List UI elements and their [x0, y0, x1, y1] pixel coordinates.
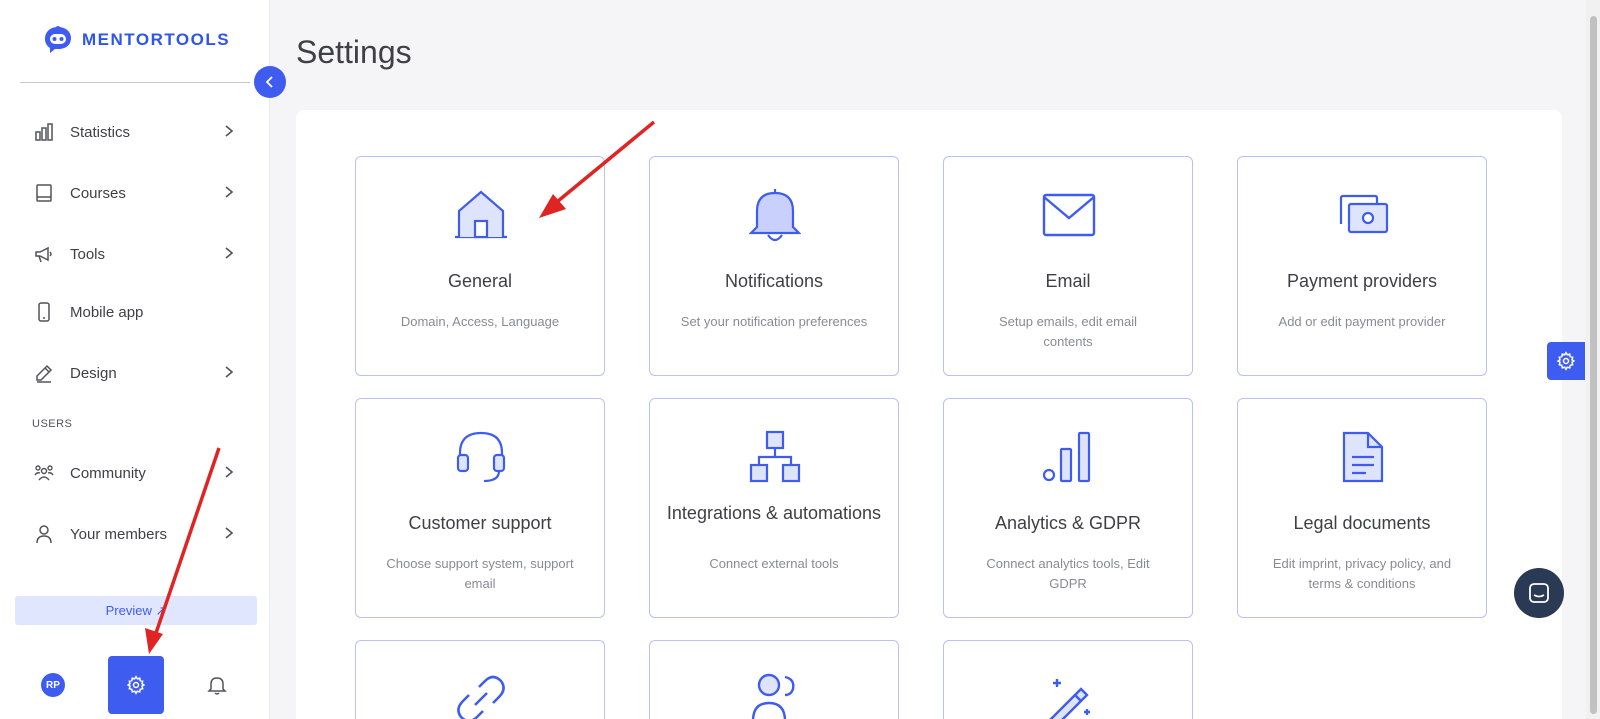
card-title: General	[447, 271, 513, 291]
community-icon	[32, 461, 56, 485]
scrollbar-thumb[interactable]	[1590, 16, 1597, 714]
settings-card-links[interactable]	[355, 640, 605, 719]
gear-icon	[1556, 351, 1576, 371]
preview-button[interactable]: Preview ↗	[15, 596, 257, 625]
settings-card-customer-support[interactable]: Customer support Choose support system, …	[355, 398, 605, 618]
envelope-icon	[1039, 187, 1099, 243]
chevron-right-icon	[225, 366, 234, 378]
sidebar-item-statistics[interactable]: Statistics	[20, 110, 250, 154]
link-icon	[451, 671, 511, 719]
card-title: Notifications	[724, 271, 824, 291]
settings-card-analytics-gdpr[interactable]: Analytics & GDPR Connect analytics tools…	[943, 398, 1193, 618]
card-title: Analytics & GDPR	[994, 513, 1142, 533]
sidebar-item-community[interactable]: Community	[20, 451, 250, 495]
card-title: Integrations & automations	[666, 503, 882, 523]
sidebar-item-label: Mobile app	[70, 303, 144, 321]
chevron-right-icon	[225, 247, 234, 259]
magic-wand-icon	[1039, 671, 1099, 719]
card-description: Setup emails, edit email contents	[998, 314, 1137, 349]
brand-logo[interactable]: MENTORTOOLS	[42, 24, 230, 56]
settings-card-email[interactable]: Email Setup emails, edit email contents	[943, 156, 1193, 376]
hierarchy-icon	[745, 429, 805, 485]
mobile-icon	[32, 300, 56, 324]
card-title: Payment providers	[1286, 271, 1438, 291]
megaphone-icon	[32, 242, 56, 266]
sidebar-item-design[interactable]: Design	[20, 351, 250, 395]
sidebar-item-label: Design	[70, 364, 117, 382]
pencil-icon	[32, 361, 56, 385]
card-description: Set your notification preferences	[680, 314, 868, 329]
card-title: Legal documents	[1293, 513, 1431, 533]
settings-card-payment-providers[interactable]: Payment providers Add or edit payment pr…	[1237, 156, 1487, 376]
floating-settings-button[interactable]	[1547, 342, 1585, 380]
settings-card-users[interactable]	[649, 640, 899, 719]
sidebar-item-tools[interactable]: Tools	[20, 232, 250, 276]
sidebar-item-label: Tools	[70, 245, 106, 263]
section-label-users: USERS	[32, 418, 73, 430]
card-description: Connect external tools	[709, 556, 839, 571]
users-icon	[745, 671, 805, 719]
notifications-button[interactable]	[206, 674, 228, 696]
sidebar-item-label: Your members	[70, 525, 167, 543]
sidebar: MENTORTOOLS Statistics Courses Tools Mob…	[0, 0, 270, 719]
bell-icon	[745, 187, 805, 243]
chevron-right-icon	[225, 125, 234, 137]
headset-icon	[451, 429, 511, 485]
sidebar-item-label: Statistics	[70, 123, 131, 141]
settings-card-general[interactable]: General Domain, Access, Language	[355, 156, 605, 376]
card-description: Edit imprint, privacy policy, and terms …	[1272, 556, 1452, 591]
card-description: Choose support system, support email	[386, 556, 574, 591]
gear-icon	[126, 675, 146, 695]
bar-chart-icon	[32, 120, 56, 144]
collapse-sidebar-button[interactable]	[254, 66, 286, 98]
sidebar-item-label: Community	[70, 464, 146, 482]
card-description: Connect analytics tools, Edit GDPR	[986, 556, 1150, 591]
sidebar-item-mobile-app[interactable]: Mobile app	[20, 290, 250, 334]
book-icon	[32, 181, 56, 205]
money-icon	[1333, 187, 1393, 243]
document-icon	[1333, 429, 1393, 485]
house-icon	[451, 187, 511, 243]
scrollbar[interactable]	[1586, 0, 1600, 719]
sidebar-item-your-members[interactable]: Your members	[20, 512, 250, 556]
settings-card-integrations[interactable]: Integrations & automations Connect exter…	[649, 398, 899, 618]
analytics-icon	[1039, 429, 1099, 485]
chevron-right-icon	[225, 527, 234, 539]
chevron-right-icon	[225, 466, 234, 478]
chat-icon	[1529, 583, 1549, 603]
divider	[20, 82, 250, 83]
settings-card-notifications[interactable]: Notifications Set your notification pref…	[649, 156, 899, 376]
chevron-left-icon	[265, 76, 273, 88]
card-description: Add or edit payment provider	[1278, 314, 1446, 329]
avatar[interactable]: RP	[41, 673, 65, 697]
settings-card-legal-documents[interactable]: Legal documents Edit imprint, privacy po…	[1237, 398, 1487, 618]
page-title: Settings	[296, 34, 412, 70]
brand-name: MENTORTOOLS	[82, 30, 231, 49]
card-title: Customer support	[408, 513, 552, 533]
settings-panel: General Domain, Access, Language Notific…	[296, 110, 1562, 719]
settings-card-magic[interactable]	[943, 640, 1193, 719]
bell-icon	[207, 677, 227, 695]
chat-launcher-button[interactable]	[1514, 568, 1564, 618]
sidebar-item-label: Courses	[70, 184, 126, 202]
mentortools-logo-icon	[45, 26, 71, 53]
card-description: Domain, Access, Language	[400, 314, 560, 329]
user-icon	[32, 522, 56, 546]
sidebar-item-courses[interactable]: Courses	[20, 171, 250, 215]
settings-button[interactable]	[108, 656, 164, 714]
chevron-right-icon	[225, 186, 234, 198]
card-title: Email	[1045, 271, 1091, 291]
